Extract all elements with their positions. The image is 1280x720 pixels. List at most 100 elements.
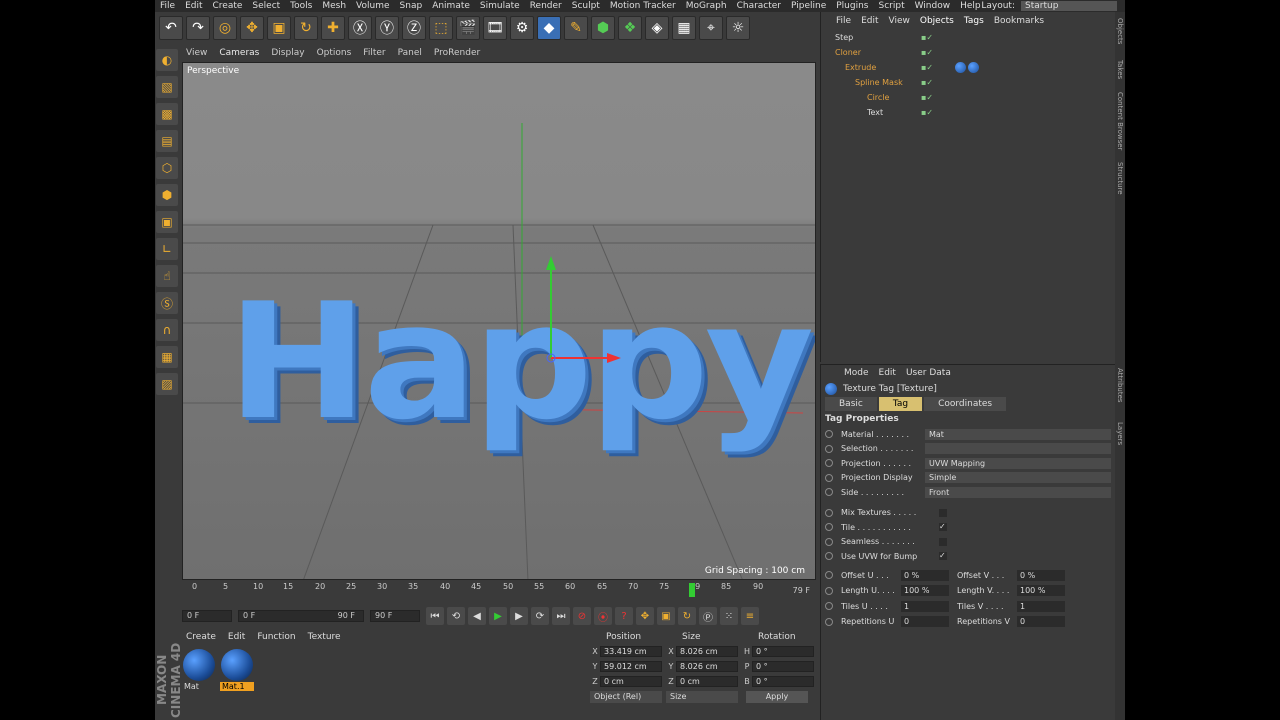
tab-coordinates[interactable]: Coordinates	[924, 397, 1007, 411]
attr-menu-user-data[interactable]: User Data	[901, 368, 956, 378]
menu-snap[interactable]: Snap	[395, 1, 428, 11]
animate-dot-icon[interactable]	[825, 552, 833, 561]
y-axis-icon[interactable]: Ⓨ	[375, 16, 399, 40]
add-icon[interactable]: ✚	[321, 16, 345, 40]
cube-icon[interactable]: ◆	[537, 16, 561, 40]
animate-dot-icon[interactable]	[825, 537, 833, 546]
position-y-field[interactable]: 59.012 cm	[600, 661, 662, 672]
menu-edit[interactable]: Edit	[180, 1, 207, 11]
object-row-spline-mask[interactable]: Spline Mask ▪✓	[821, 75, 1115, 90]
key-parameter-icon[interactable]: Ⓟ	[699, 607, 717, 625]
offset-u-field[interactable]: 0 %	[901, 569, 949, 581]
object-row-step[interactable]: Step ▪✓	[821, 30, 1115, 45]
tile-checkbox[interactable]: ✓	[939, 523, 947, 532]
length-v-field[interactable]: 100 %	[1017, 585, 1065, 597]
object-menu-objects[interactable]: Objects	[915, 16, 959, 26]
material-swatch-mat[interactable]: Mat	[182, 648, 216, 692]
rotation-b-field[interactable]: 0 °	[752, 676, 814, 687]
tiles-v-field[interactable]: 1	[1017, 600, 1065, 612]
material-menu-texture[interactable]: Texture	[302, 632, 347, 642]
attr-menu-edit[interactable]: Edit	[874, 368, 901, 378]
menu-mograph[interactable]: MoGraph	[681, 1, 732, 11]
autokey-icon[interactable]: ⦿	[594, 607, 612, 625]
edit-render-settings-icon[interactable]: ⚙	[510, 16, 534, 40]
menu-simulate[interactable]: Simulate	[475, 1, 525, 11]
menu-mesh[interactable]: Mesh	[317, 1, 351, 11]
object-menu-tags[interactable]: Tags	[959, 16, 989, 26]
workplane-lock-icon[interactable]: ▦	[156, 346, 178, 368]
animate-dot-icon[interactable]	[825, 473, 833, 482]
axis-mode-icon[interactable]: ∟	[156, 238, 178, 260]
render-view-icon[interactable]: 🎬	[456, 16, 480, 40]
play-icon[interactable]: ▶	[489, 607, 507, 625]
end-frame-field[interactable]: 90 F	[370, 610, 420, 622]
x-axis-icon[interactable]: Ⓧ	[348, 16, 372, 40]
make-editable-icon[interactable]: ◐	[156, 49, 178, 71]
layout-dropdown[interactable]: Startup	[1021, 1, 1117, 11]
menu-create[interactable]: Create	[208, 1, 248, 11]
animate-dot-icon[interactable]	[825, 444, 833, 453]
visibility-check-icon[interactable]: ▪✓	[921, 48, 933, 57]
pen-icon[interactable]: ✎	[564, 16, 588, 40]
projection-dropdown[interactable]: UVW Mapping	[925, 457, 1111, 469]
animate-dot-icon[interactable]	[825, 571, 833, 580]
animate-dot-icon[interactable]	[825, 459, 833, 468]
viewport-menu-prorender[interactable]: ProRender	[428, 48, 486, 58]
tab-tag[interactable]: Tag	[878, 397, 923, 411]
key-pla-icon[interactable]: ⁙	[720, 607, 738, 625]
visibility-check-icon[interactable]: ▪✓	[921, 108, 933, 117]
layout-selector[interactable]: Layout: Startup	[981, 0, 1117, 12]
menu-volume[interactable]: Volume	[351, 1, 394, 11]
animate-dot-icon[interactable]	[825, 586, 833, 595]
viewport-menu-cameras[interactable]: Cameras	[213, 48, 265, 58]
key-scale-icon[interactable]: ▣	[657, 607, 675, 625]
object-row-cloner[interactable]: Cloner ▪✓	[821, 45, 1115, 60]
keyframe-selection-icon[interactable]: ?	[615, 607, 633, 625]
visibility-check-icon[interactable]: ▪✓	[921, 63, 933, 72]
repetitions-u-field[interactable]: 0	[901, 616, 949, 628]
projection-display-dropdown[interactable]: Simple	[925, 472, 1111, 484]
side-dropdown[interactable]: Front	[925, 486, 1111, 498]
polygons-mode-icon[interactable]: ▣	[156, 211, 178, 233]
viewport-menu-display[interactable]: Display	[265, 48, 310, 58]
animate-dot-icon[interactable]	[825, 430, 833, 439]
object-row-text[interactable]: Text ▪✓	[821, 105, 1115, 120]
record-icon[interactable]: ⊘	[573, 607, 591, 625]
workplane-icon[interactable]: ▤	[156, 130, 178, 152]
apply-button[interactable]: Apply	[746, 691, 808, 703]
side-tab-content-browser[interactable]: Content Browser	[1116, 92, 1124, 150]
z-axis-icon[interactable]: Ⓩ	[402, 16, 426, 40]
viewport-menu-panel[interactable]: Panel	[392, 48, 428, 58]
subdivision-icon[interactable]: ⬢	[591, 16, 615, 40]
points-mode-icon[interactable]: ⬡	[156, 157, 178, 179]
material-menu-function[interactable]: Function	[251, 632, 301, 642]
rotate-icon[interactable]: ↻	[294, 16, 318, 40]
tab-basic[interactable]: Basic	[825, 397, 877, 411]
tweak-mode-icon[interactable]: ☝	[156, 265, 178, 287]
size-y-field[interactable]: 8.026 cm	[676, 661, 738, 672]
coordinate-mode-dropdown[interactable]: Object (Rel)	[590, 691, 662, 703]
texture-tag-icon[interactable]	[955, 62, 966, 73]
repetitions-v-field[interactable]: 0	[1017, 616, 1065, 628]
menu-character[interactable]: Character	[732, 1, 786, 11]
side-tab-attributes[interactable]: Attributes	[1116, 368, 1124, 403]
timeline-playhead[interactable]	[689, 583, 695, 597]
menu-script[interactable]: Script	[874, 1, 910, 11]
side-tab-structure[interactable]: Structure	[1116, 162, 1124, 195]
grid-lock-icon[interactable]: ▨	[156, 373, 178, 395]
size-mode-dropdown[interactable]: Size	[666, 691, 738, 703]
floor-icon[interactable]: ▦	[672, 16, 696, 40]
go-to-next-key-icon[interactable]: ⟳	[531, 607, 549, 625]
menu-animate[interactable]: Animate	[427, 1, 475, 11]
side-tab-takes[interactable]: Takes	[1116, 60, 1124, 79]
visibility-check-icon[interactable]: ▪✓	[921, 78, 933, 87]
object-row-extrude[interactable]: Extrude ▪✓	[821, 60, 1115, 75]
key-position-icon[interactable]: ✥	[636, 607, 654, 625]
viewport-menu-options[interactable]: Options	[311, 48, 358, 58]
tiles-u-field[interactable]: 1	[901, 600, 949, 612]
light-icon[interactable]: ☼	[726, 16, 750, 40]
animate-dot-icon[interactable]	[825, 617, 833, 626]
deformer-icon[interactable]: ◈	[645, 16, 669, 40]
mix-textures-checkbox[interactable]	[939, 508, 947, 517]
material-menu-edit[interactable]: Edit	[222, 632, 251, 642]
